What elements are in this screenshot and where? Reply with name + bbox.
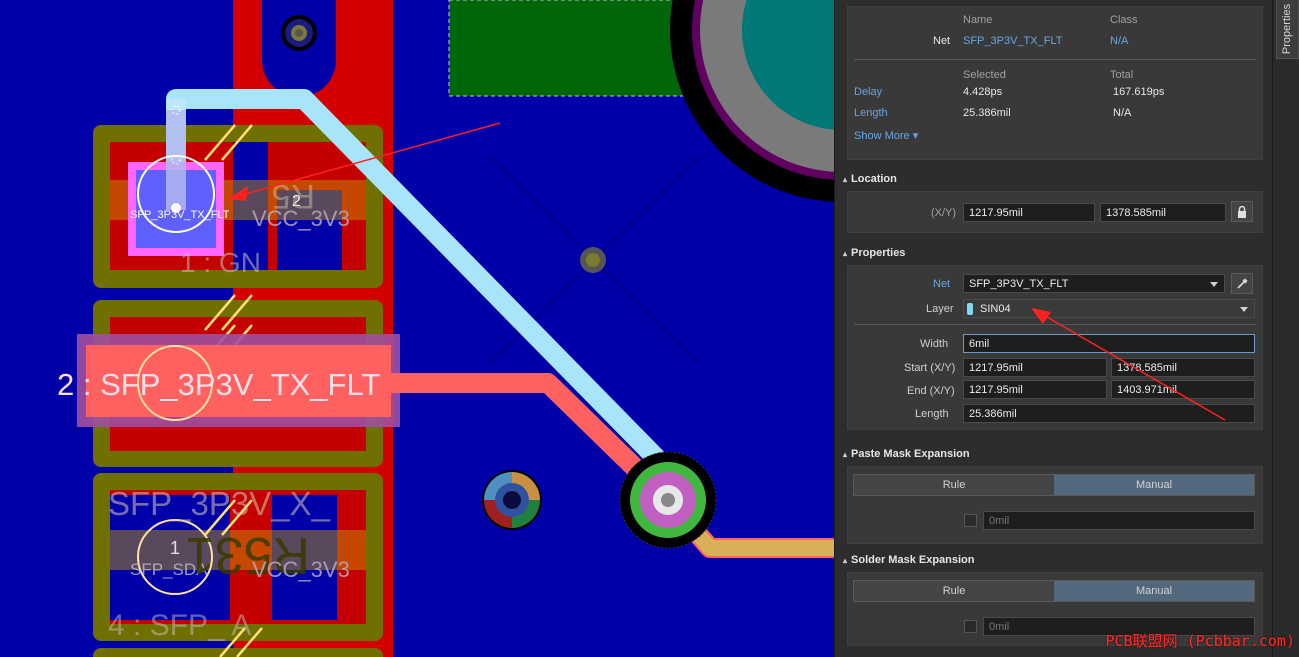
properties-panel: Name Class Net SFP_3P3V_TX_FLT N/A Selec…: [834, 0, 1273, 657]
properties-side-tab[interactable]: Properties: [1276, 0, 1299, 59]
pcb-view[interactable]: SFP_3P3V_TX_FLT 2 VCC_3V3 R5 1 : GN 2 : …: [0, 0, 834, 657]
net-label-vcc-b: VCC_3V3: [252, 557, 350, 582]
pin1-label: 1 : GN: [180, 247, 261, 278]
watermark: PCB联盟网 (Pcbbar.com): [1105, 632, 1296, 650]
lower-net-label: SFP_3P3V_X_: [108, 485, 331, 522]
designator-r5: R5: [272, 177, 315, 215]
side-panel-tabs: Properties: [1272, 0, 1299, 657]
pcb-canvas[interactable]: SFP_3P3V_TX_FLT 2 VCC_3V3 R5 1 : GN 2 : …: [0, 0, 834, 657]
pin4-label: 4 : SFP_ A: [108, 609, 251, 642]
properties-tab-label: Properties: [1281, 3, 1294, 55]
annotation-arrow-icon-2: [1031, 308, 1226, 421]
big-net-label: 2 : SFP_3P3V_TX_FLT: [57, 367, 380, 402]
lower-pad-number: 1: [170, 538, 180, 558]
pad-net-label: SFP_3P3V_TX_FLT: [130, 209, 230, 221]
